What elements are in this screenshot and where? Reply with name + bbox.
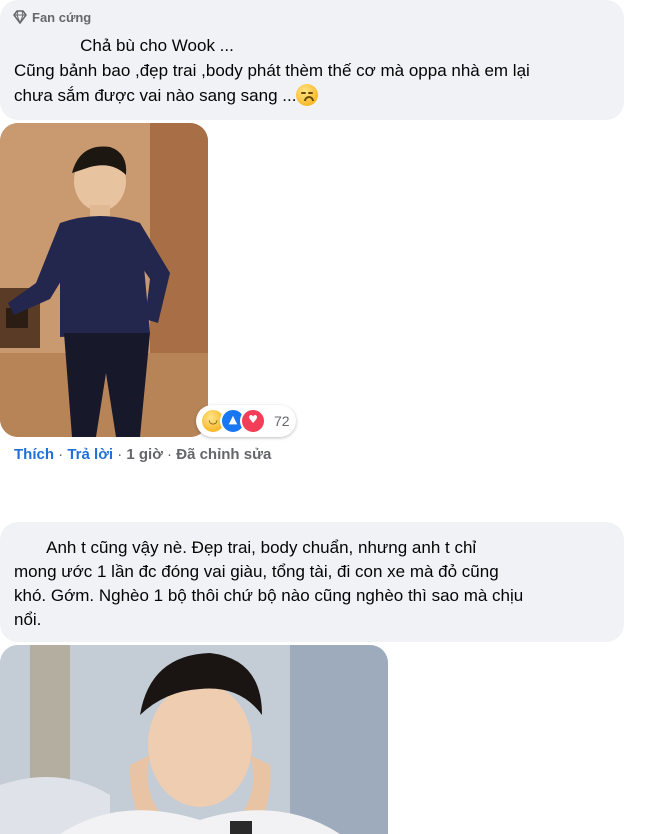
comment-text-line: Cũng bảnh bao ,đẹp trai ,body phát thèm … bbox=[14, 61, 530, 80]
reply-button[interactable]: Trả lời bbox=[67, 446, 113, 463]
comment-text-line: nổi. bbox=[14, 610, 42, 629]
comment-text-line: khó. Gớm. Nghèo 1 bộ thôi chứ bộ nào cũn… bbox=[14, 586, 524, 605]
like-button[interactable]: Thích bbox=[14, 446, 54, 463]
comment-actions: Thích · Trả lời · 1 giờ · Đã chỉnh sửa bbox=[14, 446, 271, 463]
comment-text-line: Chả bù cho Wook ... bbox=[14, 36, 234, 55]
comment-text-segment: chưa sắm được vai nào sang sang ... bbox=[14, 86, 297, 105]
top-fan-badge: Fan cứng bbox=[12, 8, 91, 26]
comment-text-line: mong ước 1 lần đc đóng vai giàu, tổng tà… bbox=[14, 562, 499, 581]
reaction-summary[interactable]: ◡ ▲ ♥ 72 bbox=[196, 405, 296, 437]
love-icon: ♥ bbox=[240, 408, 266, 434]
reaction-count: 72 bbox=[274, 413, 290, 429]
separator-dot: · bbox=[113, 446, 127, 463]
comment-photo[interactable] bbox=[0, 123, 208, 437]
timestamp-link[interactable]: 1 giờ bbox=[126, 446, 163, 463]
photo-man-in-dark-shirt bbox=[0, 123, 208, 437]
edited-label[interactable]: Đã chỉnh sửa bbox=[176, 446, 271, 463]
separator-dot: · bbox=[54, 446, 68, 463]
comment-text-line: Anh t cũng vậy nè. Đẹp trai, body chuẩn,… bbox=[14, 538, 477, 557]
badge-label: Fan cứng bbox=[32, 9, 92, 25]
comment-bubble: Anh t cũng vậy nè. Đẹp trai, body chuẩn,… bbox=[0, 522, 624, 642]
comment-bubble: Fan cứng Chả bù cho Wook ... Cũng bảnh b… bbox=[0, 0, 624, 120]
sad-face-emoji bbox=[296, 84, 319, 106]
comment-photo[interactable] bbox=[0, 645, 388, 834]
comment-text-line: chưa sắm được vai nào sang sang ... bbox=[14, 84, 319, 108]
diamond-icon bbox=[13, 10, 27, 25]
photo-man-hands-on-face bbox=[0, 645, 388, 834]
separator-dot: · bbox=[162, 446, 177, 463]
